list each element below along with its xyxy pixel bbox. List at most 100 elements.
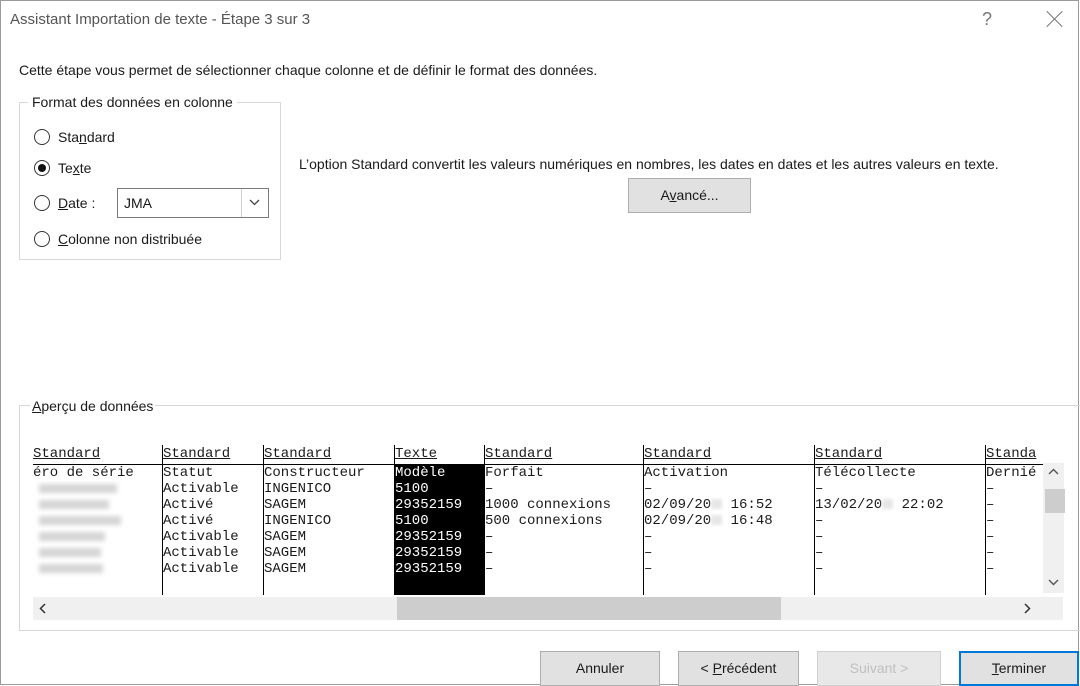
preview-column-3[interactable]: Standard Constructeur INGENICO SAGEM ING… [264,445,394,595]
table-cell: – [986,529,995,545]
column-format-header[interactable]: Texte [395,445,484,464]
preview-column-5[interactable]: Standard Forfait – 1000 connexions 500 c… [485,445,643,595]
scroll-left-icon[interactable] [33,597,53,620]
table-cell: Modèle [395,465,446,481]
column-format-header[interactable]: Standard [644,445,814,464]
preview-column-7[interactable]: Standard Télécollecte – 13/02/20 22:02 –… [815,445,985,595]
table-cell: 5100 [395,513,429,529]
table-cell: 02/09/20 16:48 [644,513,773,529]
preview-column-6[interactable]: Standard Activation – 02/09/20 16:52 02/… [644,445,814,595]
table-cell: – [485,481,494,497]
table-cell: – [644,529,653,545]
table-cell: INGENICO [264,481,332,497]
blurred-cell [33,497,162,513]
table-cell: – [644,481,653,497]
cancel-button[interactable]: Annuler [540,651,660,686]
table-cell: – [815,529,824,545]
window-title: Assistant Importation de texte - Étape 3… [10,11,311,28]
column-format-header[interactable]: Standard [163,445,263,464]
table-cell: – [815,545,824,561]
radio-standard[interactable]: Standard [34,129,115,145]
table-cell: SAGEM [264,545,307,561]
column-format-header[interactable]: Standard [815,445,985,464]
column-format-group: Format des données en colonne Standard T… [19,94,281,260]
table-cell: Activable [163,481,239,497]
table-cell: – [986,513,995,529]
table-cell: Activable [163,529,239,545]
horizontal-scrollbar[interactable] [33,597,1063,620]
radio-no-distribution[interactable]: Colonne non distribuée [34,231,202,247]
finish-button[interactable]: Terminer [959,651,1079,686]
table-cell: – [986,497,995,513]
table-cell: 29352159 [395,561,463,577]
column-format-header[interactable]: Standard [264,445,394,464]
chevron-down-icon[interactable] [241,189,268,217]
table-cell: Activation [644,465,729,481]
table-cell: 5100 [395,481,429,497]
table-cell: éro de série [33,465,134,481]
column-format-header[interactable]: Standard [485,445,643,464]
table-cell: Activé [163,497,214,513]
step-instruction: Cette étape vous permet de sélectionner … [19,62,598,78]
column-format-legend: Format des données en colonne [28,94,237,110]
blurred-cell [33,561,162,577]
next-button[interactable]: Suivant > [817,651,941,686]
preview-column-8[interactable]: Standa Dernié – – – – – – [986,445,1043,595]
format-description: L’option Standard convertit les valeurs … [299,156,999,172]
scroll-up-icon[interactable] [1043,463,1064,480]
date-format-value: JMA [124,195,152,211]
blurred-cell [33,481,162,497]
table-cell: – [815,561,824,577]
title-bar: Assistant Importation de texte - Étape 3… [1,1,1078,39]
scroll-right-icon[interactable] [1017,597,1037,620]
table-cell: Activé [163,513,214,529]
table-cell: 1000 connexions [485,497,612,513]
table-cell: Statut [163,465,214,481]
horizontal-scroll-thumb[interactable] [397,597,781,620]
radio-texte-circle[interactable] [34,160,50,176]
previous-button[interactable]: < Précédent [678,651,799,686]
blurred-cell [33,545,162,561]
close-icon[interactable] [1046,10,1064,28]
radio-date[interactable]: Date : [34,195,95,211]
radio-standard-circle[interactable] [34,129,50,145]
vertical-scrollbar[interactable] [1043,463,1065,593]
advanced-button[interactable]: Avancé... [628,178,751,213]
data-preview-legend: Aperçu de données [30,398,156,414]
table-cell: SAGEM [264,561,307,577]
table-cell: – [485,529,494,545]
table-cell: 02/09/20 16:52 [644,497,773,513]
column-format-header[interactable]: Standard [33,445,162,464]
table-cell: – [644,561,653,577]
table-cell: SAGEM [264,497,307,513]
radio-standard-label: Standard [58,129,115,145]
blurred-cell [33,529,162,545]
table-cell: Télécollecte [815,465,916,481]
vertical-scroll-thumb[interactable] [1045,489,1065,513]
table-cell: 29352159 [395,529,463,545]
preview-column-4-selected[interactable]: Texte Modèle 5100 29352159 5100 29352159… [395,445,484,595]
table-cell: – [986,561,995,577]
column-format-header[interactable]: Standa [986,445,1043,464]
table-cell: – [485,561,494,577]
text-import-wizard-dialog: Assistant Importation de texte - Étape 3… [0,0,1080,686]
radio-texte-label: Texte [58,160,92,176]
table-cell: SAGEM [264,529,307,545]
radio-no-distribution-circle[interactable] [34,231,50,247]
scroll-down-icon[interactable] [1043,574,1064,591]
radio-no-distribution-label: Colonne non distribuée [58,231,203,247]
table-cell: INGENICO [264,513,332,529]
date-format-select[interactable]: JMA [117,188,269,218]
radio-texte[interactable]: Texte [34,160,91,176]
blurred-cell [33,513,162,529]
data-preview-grid[interactable]: Standard éro de série Standard Statut Ac… [33,445,1043,595]
table-cell: – [815,481,824,497]
table-cell: Forfait [485,465,544,481]
preview-column-1[interactable]: Standard éro de série [33,445,162,595]
table-cell: – [485,545,494,561]
table-cell: – [815,513,824,529]
table-cell: – [644,545,653,561]
preview-column-2[interactable]: Standard Statut Activable Activé Activé … [163,445,263,595]
help-icon[interactable]: ? [982,9,992,30]
radio-date-circle[interactable] [34,195,50,211]
